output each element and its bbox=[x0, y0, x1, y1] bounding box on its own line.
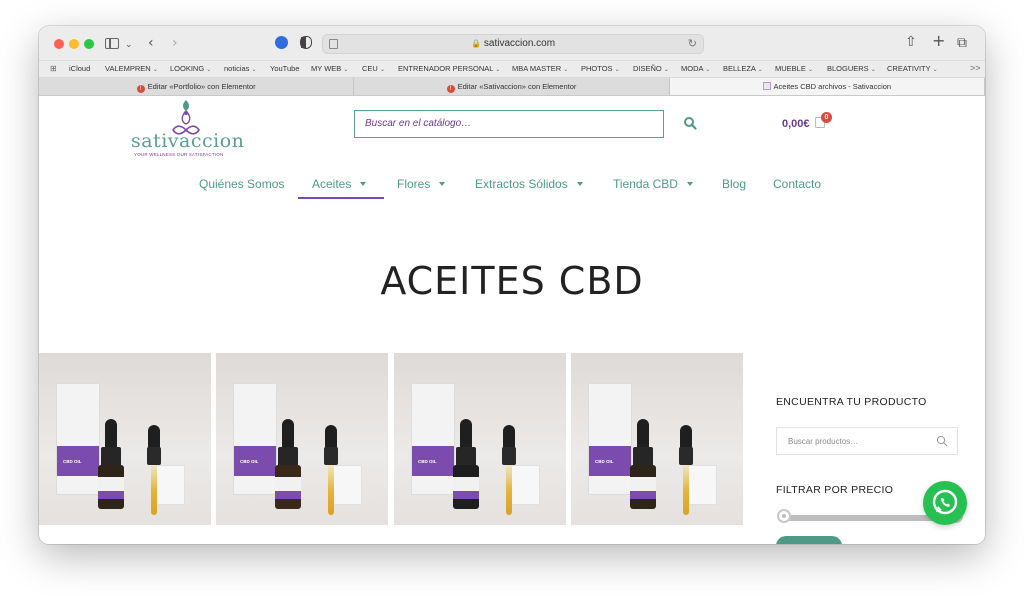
browser-toolbar: ⌄ ‹ › 🔒 sativaccion.com ↻ ⇧ + ⧉ bbox=[39, 26, 985, 61]
url-text: sativaccion.com bbox=[483, 38, 556, 49]
main-navigation: Quiénes Somos Aceites Flores Extractos S… bbox=[39, 177, 985, 201]
product-card[interactable]: CBD OIL bbox=[216, 353, 388, 525]
tab-portfolio[interactable]: ! Editar «Portfolio» con Elementor bbox=[39, 78, 355, 95]
tab-aceites[interactable]: Aceites CBD archivos - Sativaccion bbox=[669, 78, 985, 95]
site-favicon-icon bbox=[762, 82, 771, 90]
bookmark-item[interactable]: CREATIVITY ⌄ bbox=[887, 64, 938, 73]
elementor-icon: ! bbox=[446, 85, 455, 93]
filter-button[interactable] bbox=[776, 536, 842, 544]
product-box: CBD OIL bbox=[56, 383, 100, 495]
chevron-down-icon bbox=[576, 182, 583, 186]
share-icon[interactable]: ⇧ bbox=[905, 33, 917, 51]
active-nav-indicator bbox=[298, 197, 384, 199]
grid-icon[interactable]: ⊞ bbox=[50, 64, 57, 73]
privacy-shield-icon[interactable] bbox=[300, 36, 312, 49]
product-box: CBD OIL bbox=[411, 383, 455, 495]
bookmark-item[interactable]: noticias ⌄ bbox=[224, 64, 257, 73]
product-bottle bbox=[273, 419, 303, 509]
product-pipette bbox=[324, 425, 338, 515]
bookmark-item[interactable]: BELLEZA ⌄ bbox=[723, 64, 763, 73]
product-bottle bbox=[96, 419, 126, 509]
find-product-heading: ENCUENTRA TU PRODUCTO bbox=[776, 396, 927, 408]
bookmark-item[interactable]: YouTube bbox=[270, 64, 299, 73]
chevron-down-icon bbox=[686, 182, 693, 186]
address-bar[interactable]: 🔒 sativaccion.com ↻ bbox=[322, 34, 704, 54]
price-filter-heading: FILTRAR POR PRECIO bbox=[776, 484, 894, 496]
bookmark-item[interactable]: CEU ⌄ bbox=[362, 64, 385, 73]
bookmark-item[interactable]: MODA ⌄ bbox=[681, 64, 710, 73]
product-pipette bbox=[147, 425, 161, 515]
search-icon[interactable] bbox=[683, 116, 697, 130]
catalog-search-placeholder: Buscar en el catálogo… bbox=[365, 118, 472, 129]
bookmarks-bar: ⊞ iCloud VALEMPREN ⌄ LOOKING ⌄ noticias … bbox=[39, 61, 985, 78]
nav-extractos-solidos[interactable]: Extractos Sólidos bbox=[475, 177, 583, 191]
product-card[interactable]: CBD OIL bbox=[394, 353, 566, 525]
site-logo[interactable]: sativaccion YOUR WELLNESS OUR SATISFACTI… bbox=[131, 98, 244, 158]
nav-quienes-somos[interactable]: Quiénes Somos bbox=[199, 177, 284, 191]
product-pipette bbox=[679, 425, 693, 515]
whatsapp-button[interactable] bbox=[923, 481, 967, 525]
bookmark-item[interactable]: MY WEB ⌄ bbox=[311, 64, 348, 73]
product-bottle bbox=[628, 419, 658, 509]
bookmark-item[interactable]: PHOTOS ⌄ bbox=[581, 64, 620, 73]
search-icon[interactable] bbox=[936, 435, 948, 447]
product-pipette bbox=[502, 425, 516, 515]
nav-aceites[interactable]: Aceites bbox=[312, 177, 367, 191]
price-slider-min-handle[interactable] bbox=[777, 509, 791, 523]
product-box: CBD OIL bbox=[233, 383, 277, 495]
back-icon[interactable]: ‹ bbox=[148, 34, 154, 52]
bookmark-item[interactable]: ENTRENADOR PERSONAL ⌄ bbox=[398, 64, 500, 73]
product-search-input[interactable]: Buscar productos… bbox=[776, 427, 958, 455]
product-box: CBD OIL bbox=[588, 383, 632, 495]
nav-tienda-cbd[interactable]: Tienda CBD bbox=[613, 177, 693, 191]
chevron-down-icon[interactable]: ⌄ bbox=[125, 36, 133, 54]
catalog-search-input[interactable]: Buscar en el catálogo… bbox=[354, 110, 664, 138]
tab-bar: ! Editar «Portfolio» con Elementor ! Edita… bbox=[39, 78, 985, 96]
chevron-down-icon bbox=[360, 182, 367, 186]
cart-total[interactable]: 0,00€ bbox=[782, 118, 810, 130]
whatsapp-icon bbox=[932, 489, 958, 515]
forward-icon[interactable]: › bbox=[172, 34, 178, 52]
product-card[interactable]: CBD OIL bbox=[39, 353, 211, 525]
product-bottle bbox=[451, 419, 481, 509]
nav-contacto[interactable]: Contacto bbox=[773, 177, 821, 191]
lock-icon: 🔒 bbox=[470, 39, 481, 48]
tab-sativaccion[interactable]: ! Editar «Sativaccion» con Elementor bbox=[354, 78, 670, 95]
logo-tagline: YOUR WELLNESS OUR SATISFACTION bbox=[134, 152, 224, 157]
zoom-window-button[interactable] bbox=[84, 39, 94, 49]
product-search-placeholder: Buscar productos… bbox=[788, 437, 859, 446]
cart-count-badge: 0 bbox=[821, 112, 832, 123]
reload-icon[interactable]: ↻ bbox=[688, 37, 697, 50]
bookmark-item[interactable]: VALEMPREN ⌄ bbox=[105, 64, 158, 73]
bookmark-item[interactable]: LOOKING ⌄ bbox=[170, 64, 211, 73]
bookmark-item[interactable]: DISEÑO ⌄ bbox=[633, 64, 669, 73]
extension-icon[interactable] bbox=[275, 36, 288, 49]
bookmark-item[interactable]: MUEBLE ⌄ bbox=[775, 64, 813, 73]
bookmark-item[interactable]: BLOGUERS ⌄ bbox=[827, 64, 876, 73]
page-title: ACEITES CBD bbox=[380, 259, 644, 303]
web-page: sativaccion YOUR WELLNESS OUR SATISFACTI… bbox=[39, 96, 985, 544]
close-window-button[interactable] bbox=[54, 39, 64, 49]
nav-flores[interactable]: Flores bbox=[397, 177, 446, 191]
browser-window: ⌄ ‹ › 🔒 sativaccion.com ↻ ⇧ + ⧉ ⊞ iCloud … bbox=[39, 26, 985, 544]
product-card[interactable]: CBD OIL bbox=[571, 353, 743, 525]
logo-wordmark: sativaccion bbox=[131, 130, 245, 152]
chevron-down-icon bbox=[439, 182, 446, 186]
tab-overview-icon[interactable]: ⧉ bbox=[957, 34, 967, 52]
elementor-icon: ! bbox=[136, 85, 145, 93]
new-tab-icon[interactable]: + bbox=[932, 32, 945, 50]
bookmarks-overflow[interactable]: >> bbox=[970, 63, 981, 73]
bookmark-item[interactable]: iCloud bbox=[69, 64, 90, 73]
bookmark-item[interactable]: MBA MASTER ⌄ bbox=[512, 64, 568, 73]
sidebar-toggle-icon[interactable] bbox=[105, 38, 119, 49]
minimize-window-button[interactable] bbox=[69, 39, 79, 49]
nav-blog[interactable]: Blog bbox=[722, 177, 746, 191]
